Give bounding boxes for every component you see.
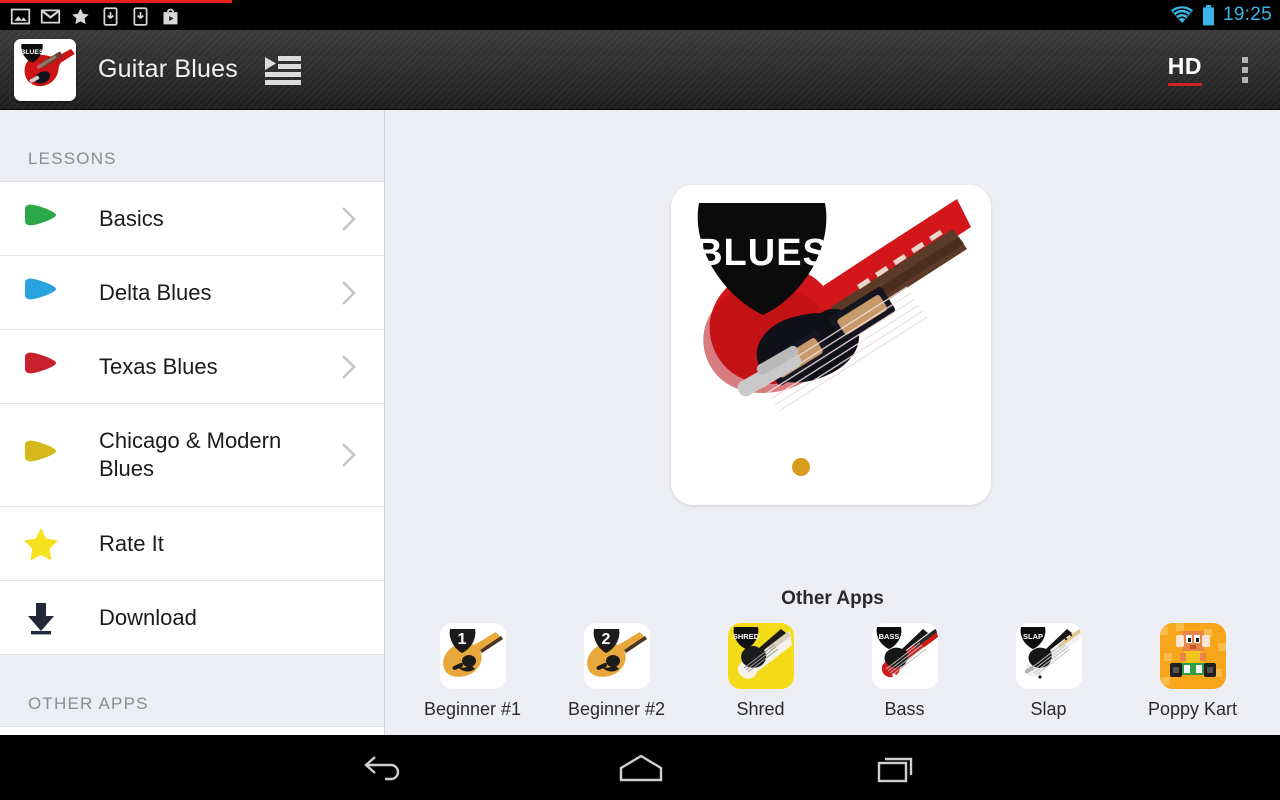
beginner-1-app-icon: 1 [439,623,506,689]
svg-text:2: 2 [601,631,610,648]
sidebar-item-label: Chicago & Modern Blues [99,428,282,481]
app-beginner-2[interactable]: 2 Beginner #2 [568,623,665,720]
notification-progress-line [0,0,232,3]
svg-text:SHRED: SHRED [732,632,759,641]
back-icon[interactable] [361,751,407,785]
svg-text:BLUES: BLUES [20,48,44,55]
wifi-icon [1170,6,1193,23]
sidebar-item-download[interactable]: Download [0,581,384,655]
play-store-icon [163,8,178,24]
app-poppy-kart[interactable]: Poppy Kart [1148,623,1237,720]
sidebar-item-label: Rate It [99,530,164,556]
status-bar: 19:25 [0,0,1280,30]
sidebar-item-texas-blues[interactable]: Texas Blues [0,330,384,404]
app-beginner-1[interactable]: 1 Beginner #1 [424,623,521,720]
gmail-icon [40,9,61,23]
status-notification-icons [0,6,181,27]
hd-toggle-button[interactable]: HD [1167,53,1203,86]
chevron-right-icon [342,280,356,305]
svg-text:SLAP: SLAP [1022,632,1042,641]
android-screen: 19:25 BLUES Guitar Blues HD LESSONS Basi… [0,0,1280,800]
action-bar: BLUES Guitar Blues HD [0,30,1280,110]
navigation-drawer: LESSONS Basics Delta Blues Texas Blues C… [0,110,385,735]
guitar-blues-app-icon[interactable]: BLUES [14,38,76,101]
beginner-2-app-icon: 2 [583,623,650,689]
main-content: BLUES Other Apps 1 Beginner #1 2 Beginne… [385,110,1280,735]
poppy-kart-app-icon [1159,623,1226,689]
app-label: Shred [736,699,785,719]
list-indent-icon[interactable] [263,53,303,87]
sidebar-item-label: Texas Blues [99,353,218,379]
section-header-other-apps: OTHER APPS [0,655,384,727]
status-system-icons: 19:25 [1170,4,1272,26]
home-icon[interactable] [617,752,665,784]
svg-text:1: 1 [457,631,466,648]
guitar-pick-icon [18,203,64,235]
battery-icon [1202,4,1214,25]
sidebar-item-basics[interactable]: Basics [0,182,384,256]
sidebar-item-label: Basics [99,205,164,231]
slap-app-icon: SLAP [1015,623,1082,689]
sidebar-item-delta-blues[interactable]: Delta Blues [0,256,384,330]
app-label: Beginner #1 [423,699,522,719]
star-icon [72,7,89,24]
system-navigation-bar [0,735,1280,800]
chevron-right-icon [342,206,356,231]
star-icon [18,527,64,561]
app-title: Guitar Blues [98,55,238,83]
download-icon [133,6,148,26]
chevron-right-icon [342,443,356,467]
sidebar-item-chicago-modern-blues[interactable]: Chicago & Modern Blues [0,404,384,507]
section-header-lessons: LESSONS [0,110,384,182]
app-label: Beginner #2 [567,699,666,719]
svg-text:BLUES: BLUES [695,232,829,274]
other-apps-title: Other Apps [781,588,884,609]
guitar-pick-icon [18,277,64,309]
overflow-menu-icon[interactable] [1228,51,1262,89]
status-clock: 19:25 [1222,4,1272,25]
svg-text:BASS: BASS [878,632,899,641]
download-arrow-icon [18,601,64,635]
shred-app-icon: SHRED [727,623,794,689]
sidebar-item-label: Delta Blues [99,279,212,305]
app-label: Poppy Kart [1147,699,1238,719]
app-bass[interactable]: BASS Bass [865,623,945,720]
download-icon [103,6,118,26]
guitar-blues-hero-icon: BLUES [671,185,991,505]
app-label: Slap [1030,699,1067,719]
guitar-pick-icon [18,351,64,383]
chevron-right-icon [342,354,356,379]
sidebar-item-label: Download [99,604,197,630]
sidebar-item-rate-it[interactable]: Rate It [0,507,384,581]
recent-apps-icon[interactable] [875,751,919,785]
other-apps-row: 1 Beginner #1 2 Beginner #2 SHRED Shred … [385,623,1280,720]
app-shred[interactable]: SHRED Shred [721,623,801,720]
guitar-pick-icon [18,439,64,471]
app-slap[interactable]: SLAP Slap [1009,623,1089,720]
photo-icon [10,8,31,24]
bass-app-icon: BASS [871,623,938,689]
app-label: Bass [884,699,925,719]
